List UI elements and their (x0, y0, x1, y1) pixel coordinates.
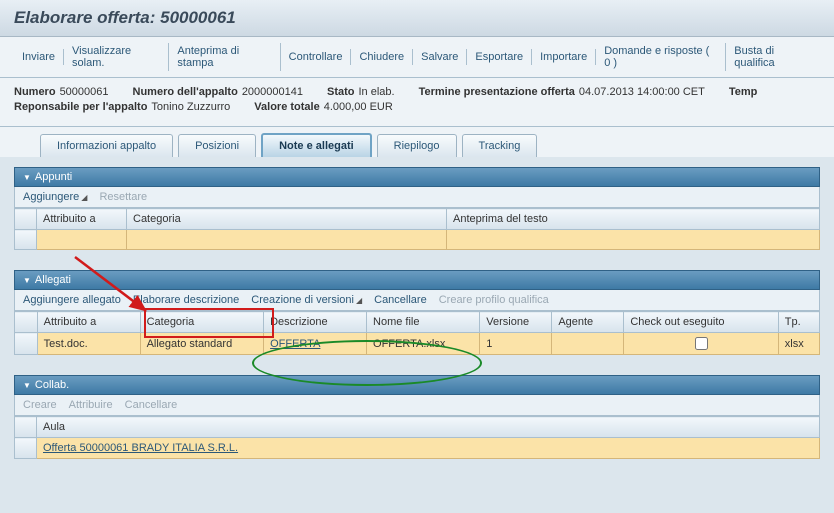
chevron-down-icon: ▼ (23, 173, 31, 182)
col-checkout[interactable]: Check out eseguito (624, 312, 778, 333)
page-title: Elaborare offerta: 50000061 (14, 8, 820, 28)
tab-riepilogo[interactable]: Riepilogo (377, 134, 457, 157)
allegati-cancellare[interactable]: Cancellare (374, 294, 427, 306)
panel-appunti-header[interactable]: ▼ Appunti (14, 167, 820, 187)
allegati-creazione[interactable]: Creazione di versioni◢ (251, 294, 362, 306)
col-cat[interactable]: Categoria (140, 312, 264, 333)
tab-posizioni[interactable]: Posizioni (178, 134, 256, 157)
collab-row-link[interactable]: Offerta 50000061 BRADY ITALIA S.R.L. (43, 442, 238, 454)
resp-val: Tonino Zuzzurro (151, 101, 230, 113)
collab-grid: Aula Offerta 50000061 BRADY ITALIA S.R.L… (14, 416, 820, 459)
checkout-checkbox[interactable] (695, 337, 708, 350)
panel-collab: ▼ Collab. Creare Attribuire Cancellare A… (14, 375, 820, 459)
termine-val: 04.07.2013 14:00:00 CET (579, 86, 705, 98)
valore-label: Valore totale (254, 101, 319, 113)
allegati-elaborare[interactable]: Elaborare descrizione (133, 294, 239, 306)
cell-agente (552, 333, 624, 355)
toolbar: Inviare Visualizzare solam. Anteprima di… (0, 37, 834, 78)
cell-ver: 1 (480, 333, 552, 355)
appalto-label: Numero dell'appalto (133, 86, 238, 98)
allegati-row[interactable]: Test.doc. Allegato standard OFFERTA OFFE… (15, 333, 820, 355)
col-agente[interactable]: Agente (552, 312, 624, 333)
panel-collab-header[interactable]: ▼ Collab. (14, 375, 820, 395)
col-cat[interactable]: Categoria (127, 209, 447, 230)
tb-importare[interactable]: Importare (532, 49, 596, 65)
appalto-val: 2000000141 (242, 86, 303, 98)
col-ver[interactable]: Versione (480, 312, 552, 333)
panel-appunti: ▼ Appunti Aggiungere◢ Resettare Attribui… (14, 167, 820, 250)
numero-val: 50000061 (60, 86, 109, 98)
collab-cancellare[interactable]: Cancellare (125, 399, 178, 411)
panel-appunti-title: Appunti (35, 171, 72, 183)
appunti-empty-row (15, 230, 820, 250)
allegati-aggiungere[interactable]: Aggiungere allegato (23, 294, 121, 306)
panel-allegati: ▼ Allegati Aggiungere allegato Elaborare… (14, 270, 820, 355)
col-attr[interactable]: Attribuito a (37, 209, 127, 230)
tb-anteprima[interactable]: Anteprima di stampa (169, 43, 280, 71)
col-attr[interactable]: Attribuito a (37, 312, 140, 333)
chevron-down-icon: ▼ (23, 276, 31, 285)
cell-cat: Allegato standard (140, 333, 264, 355)
tab-tracking[interactable]: Tracking (462, 134, 538, 157)
resp-label: Reponsabile per l'appalto (14, 101, 147, 113)
meta-band: Numero 50000061 Numero dell'appalto 200000… (0, 78, 834, 127)
numero-label: Numero (14, 86, 56, 98)
tab-note[interactable]: Note e allegati (261, 133, 372, 157)
cell-tp: xlsx (778, 333, 819, 355)
appunti-resettare[interactable]: Resettare (99, 191, 147, 203)
collab-creare[interactable]: Creare (23, 399, 57, 411)
tb-busta[interactable]: Busta di qualifica (726, 43, 820, 71)
col-nome[interactable]: Nome file (367, 312, 480, 333)
cell-checkout (624, 333, 778, 355)
allegati-creare-profilo[interactable]: Creare profilo qualifica (439, 294, 549, 306)
content-area: ▼ Appunti Aggiungere◢ Resettare Attribui… (0, 157, 834, 489)
tb-chiudere[interactable]: Chiudere (351, 49, 413, 65)
panel-collab-title: Collab. (35, 379, 69, 391)
panel-allegati-title: Allegati (35, 274, 71, 286)
panel-allegati-bar: Aggiungere allegato Elaborare descrizion… (14, 290, 820, 311)
tb-domande[interactable]: Domande e risposte ( 0 ) (596, 43, 726, 71)
grid-corner (15, 209, 37, 230)
tb-controllare[interactable]: Controllare (281, 49, 352, 65)
col-ant[interactable]: Anteprima del testo (447, 209, 820, 230)
appunti-grid: Attribuito a Categoria Anteprima del tes… (14, 208, 820, 250)
tb-visualizzare[interactable]: Visualizzare solam. (64, 43, 169, 71)
stato-val: In elab. (359, 86, 395, 98)
tempo-label: Temp (729, 86, 758, 98)
tb-salvare[interactable]: Salvare (413, 49, 467, 65)
col-desc[interactable]: Descrizione (264, 312, 367, 333)
valore-val: 4.000,00 EUR (324, 101, 393, 113)
cell-attr: Test.doc. (37, 333, 140, 355)
col-aula[interactable]: Aula (37, 417, 820, 438)
collab-row[interactable]: Offerta 50000061 BRADY ITALIA S.R.L. (15, 438, 820, 459)
tb-esportare[interactable]: Esportare (467, 49, 532, 65)
grid-corner (15, 417, 37, 438)
stato-label: Stato (327, 86, 355, 98)
allegati-grid: Attribuito a Categoria Descrizione Nome … (14, 311, 820, 355)
grid-corner (15, 312, 38, 333)
chevron-down-icon: ▼ (23, 381, 31, 390)
cell-nome: OFFERTA.xlsx (367, 333, 480, 355)
panel-appunti-bar: Aggiungere◢ Resettare (14, 187, 820, 208)
tabs: Informazioni appalto Posizioni Note e al… (0, 127, 834, 157)
appunti-aggiungere[interactable]: Aggiungere◢ (23, 191, 87, 203)
termine-label: Termine presentazione offerta (419, 86, 575, 98)
collab-attribuire[interactable]: Attribuire (69, 399, 113, 411)
cell-desc-link[interactable]: OFFERTA (270, 338, 320, 350)
panel-allegati-header[interactable]: ▼ Allegati (14, 270, 820, 290)
col-tp[interactable]: Tp. (778, 312, 819, 333)
tab-info[interactable]: Informazioni appalto (40, 134, 173, 157)
tb-inviare[interactable]: Inviare (14, 49, 64, 65)
header-band: Elaborare offerta: 50000061 (0, 0, 834, 37)
panel-collab-bar: Creare Attribuire Cancellare (14, 395, 820, 416)
